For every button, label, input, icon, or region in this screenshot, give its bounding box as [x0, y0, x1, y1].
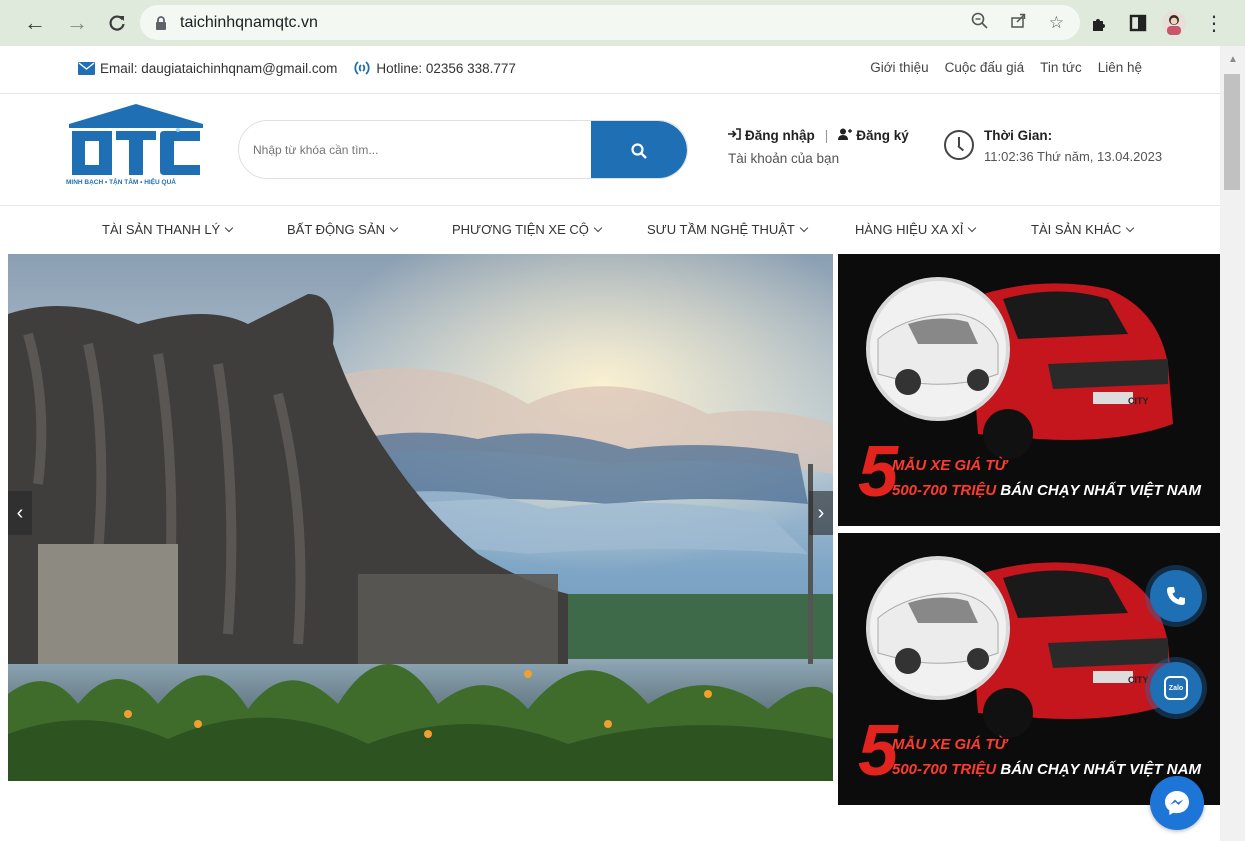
- phone-signal-icon: [353, 60, 371, 76]
- search-input[interactable]: [239, 121, 591, 178]
- main-navigation: TÀI SẢN THANH LÝ BẤT ĐỘNG SẢN PHƯƠNG TIỆ…: [0, 206, 1220, 254]
- search-icon: [631, 142, 647, 159]
- side-panel-icon[interactable]: [1126, 8, 1150, 38]
- zalo-label: Zalo: [1168, 684, 1184, 692]
- scroll-thumb[interactable]: [1224, 74, 1240, 190]
- clock-icon: [944, 130, 974, 160]
- browser-toolbar: ← → taichinhqnamqtc.vn ☆ ⋮: [0, 0, 1245, 46]
- scroll-up-icon[interactable]: ▲: [1228, 54, 1238, 65]
- search-button[interactable]: [591, 121, 687, 178]
- nav-item-art-collection[interactable]: SƯU TẦM NGHỆ THUẬT: [647, 222, 809, 237]
- account-divider: |: [824, 128, 829, 143]
- email-contact[interactable]: Email: daugiataichinhqnam@gmail.com: [100, 61, 337, 76]
- chevron-right-icon: ›: [817, 501, 825, 524]
- forward-arrow-icon[interactable]: →: [62, 8, 92, 38]
- chevron-down-icon: [389, 223, 399, 233]
- car-promo-banner-1[interactable]: CITY 5 MẪU XE GIÁ TỪ 500-700 TRIỆU BÁN C…: [838, 254, 1220, 526]
- chevron-down-icon: [224, 223, 234, 233]
- nav-item-real-estate[interactable]: BẤT ĐỘNG SẢN: [287, 222, 399, 237]
- hotline-contact[interactable]: Hotline: 02356 338.777: [376, 61, 516, 76]
- nav-item-label: PHƯƠNG TIỆN XE CỘ: [452, 222, 589, 237]
- nav-item-vehicles[interactable]: PHƯƠNG TIỆN XE CỘ: [452, 222, 603, 237]
- chevron-down-icon: [593, 223, 603, 233]
- zoom-icon[interactable]: [971, 12, 988, 34]
- zalo-button[interactable]: Zalo: [1150, 662, 1202, 714]
- account-label[interactable]: Tài khoản của bạn: [728, 151, 909, 166]
- puzzle-extension-icon[interactable]: [1088, 8, 1112, 38]
- nav-item-luxury-brands[interactable]: HÀNG HIỆU XA XỈ: [855, 222, 977, 237]
- lock-icon: [156, 15, 166, 30]
- promo-line-1: MẪU XE GIÁ TỪ: [892, 736, 1007, 753]
- add-user-icon: [838, 128, 853, 143]
- share-icon[interactable]: [1010, 12, 1027, 34]
- site-header: MINH BẠCH • TẬN TÂM • HIỆU QUẢ Đăng nhập…: [0, 94, 1220, 206]
- chevron-left-icon: ‹: [16, 501, 24, 524]
- top-info-bar: Email: daugiataichinhqnam@gmail.com Hotl…: [0, 46, 1220, 94]
- promo-line-2: 500-700 TRIỆU BÁN CHẠY NHẤT VIỆT NAM: [892, 482, 1201, 499]
- logo-slogan: MINH BẠCH • TẬN TÂM • HIỆU QUẢ: [66, 179, 176, 186]
- top-links: Giới thiệu Cuộc đấu giá Tin tức Liên hệ: [870, 60, 1142, 75]
- chevron-down-icon: [968, 223, 977, 233]
- nav-item-label: SƯU TẦM NGHỆ THUẬT: [647, 222, 795, 237]
- toplink-auctions[interactable]: Cuộc đấu giá: [945, 60, 1025, 75]
- slider-prev-button[interactable]: ‹: [8, 491, 32, 535]
- nav-item-label: TÀI SẢN KHÁC: [1031, 222, 1122, 237]
- address-bar[interactable]: taichinhqnamqtc.vn ☆: [140, 5, 1080, 40]
- zalo-icon: Zalo: [1164, 676, 1188, 700]
- toplink-contact[interactable]: Liên hệ: [1098, 60, 1142, 75]
- kebab-menu-icon[interactable]: ⋮: [1204, 8, 1224, 38]
- promo-price: 500-700 TRIỆU: [892, 761, 997, 778]
- messenger-icon: [1165, 791, 1189, 815]
- messenger-button[interactable]: [1150, 776, 1204, 830]
- envelope-icon: [78, 61, 95, 75]
- chevron-down-icon: [1126, 223, 1135, 233]
- nav-item-other-assets[interactable]: TÀI SẢN KHÁC: [1031, 222, 1135, 237]
- slider-next-button[interactable]: ›: [809, 491, 833, 535]
- nav-item-liquidation[interactable]: TÀI SẢN THANH LÝ: [102, 222, 234, 237]
- login-icon: [728, 128, 741, 143]
- account-box: Đăng nhập | Đăng ký Tài khoản của bạn: [728, 128, 909, 166]
- promo-price: 500-700 TRIỆU: [892, 482, 997, 499]
- car-badge: CITY: [1128, 396, 1149, 406]
- time-value: 11:02:36 Thứ năm, 13.04.2023: [984, 149, 1163, 164]
- hero-image-monument: [8, 254, 833, 781]
- toplink-about[interactable]: Giới thiệu: [870, 60, 928, 75]
- profile-avatar-icon[interactable]: [1160, 8, 1188, 38]
- phone-icon: [1167, 587, 1185, 605]
- hero-slider[interactable]: ‹ ›: [8, 254, 833, 781]
- time-title: Thời Gian:: [984, 128, 1053, 143]
- reload-icon[interactable]: [102, 8, 132, 38]
- page-scrollbar[interactable]: ▲: [1220, 46, 1245, 841]
- toplink-news[interactable]: Tin tức: [1040, 60, 1082, 75]
- nav-item-label: TÀI SẢN THANH LÝ: [102, 222, 221, 237]
- bookmark-star-icon[interactable]: ☆: [1049, 13, 1064, 33]
- nav-item-label: BẤT ĐỘNG SẢN: [287, 222, 386, 237]
- promo-tagline: BÁN CHẠY NHẤT VIỆT NAM: [1000, 482, 1201, 499]
- chevron-down-icon: [799, 223, 809, 233]
- back-arrow-icon[interactable]: ←: [20, 8, 50, 38]
- login-link[interactable]: Đăng nhập: [745, 128, 815, 143]
- search-form: [238, 120, 688, 179]
- car-badge: CITY: [1128, 675, 1149, 685]
- call-button[interactable]: [1150, 570, 1202, 622]
- register-link[interactable]: Đăng ký: [856, 128, 909, 143]
- promo-tagline: BÁN CHẠY NHẤT VIỆT NAM: [1000, 761, 1201, 778]
- nav-item-label: HÀNG HIỆU XA XỈ: [855, 222, 964, 237]
- promo-line-2: 500-700 TRIỆU BÁN CHẠY NHẤT VIỆT NAM: [892, 761, 1201, 778]
- site-logo[interactable]: MINH BẠCH • TẬN TÂM • HIỆU QUẢ: [66, 104, 206, 196]
- time-widget: Thời Gian: 11:02:36 Thứ năm, 13.04.2023: [944, 128, 1162, 164]
- url-text: taichinhqnamqtc.vn: [180, 13, 318, 31]
- promo-line-1: MẪU XE GIÁ TỪ: [892, 457, 1007, 474]
